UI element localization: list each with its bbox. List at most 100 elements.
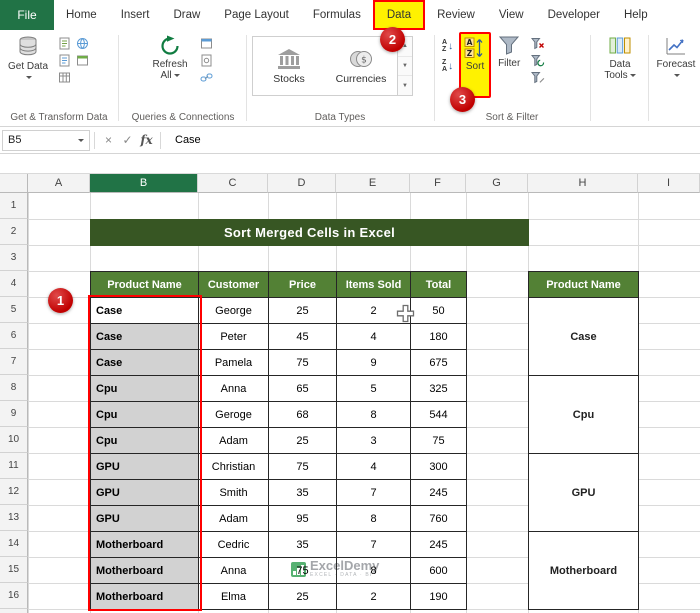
forecast-button[interactable]: Forecast [652, 32, 700, 98]
data-tools-button[interactable]: Data Tools [594, 32, 646, 98]
queries-connections-icon[interactable] [200, 37, 213, 50]
tab-help[interactable]: Help [612, 0, 660, 30]
table-cell[interactable]: 7 [336, 479, 411, 506]
properties-icon[interactable] [200, 54, 213, 67]
column-header-f[interactable]: F [410, 174, 466, 193]
column-header-h[interactable]: H [528, 174, 638, 193]
table-cell[interactable]: 68 [268, 401, 337, 428]
table-cell[interactable]: 245 [410, 479, 467, 506]
stocks-button[interactable]: Stocks [253, 37, 325, 95]
row-header-2[interactable]: 2 [0, 219, 28, 245]
table-cell[interactable]: 25 [268, 297, 337, 324]
filter-button[interactable]: Filter [495, 32, 523, 98]
table-cell[interactable]: 75 [268, 557, 337, 584]
tab-draw[interactable]: Draw [161, 0, 212, 30]
workbook-links-icon[interactable] [200, 71, 213, 84]
table-cell[interactable]: 2 [336, 583, 411, 610]
table-cell[interactable]: Elma [198, 583, 269, 610]
from-web-icon[interactable] [76, 37, 89, 50]
table-cell[interactable]: Adam [198, 427, 269, 454]
tab-data[interactable]: Data [372, 0, 426, 30]
column-header-d[interactable]: D [268, 174, 336, 193]
table-cell[interactable]: Anna [198, 557, 269, 584]
row-header-8[interactable]: 8 [0, 375, 28, 401]
column-header-e[interactable]: E [336, 174, 410, 193]
existing-connections-icon[interactable] [76, 54, 89, 67]
table-cell[interactable]: George [198, 297, 269, 324]
row-header-9[interactable]: 9 [0, 401, 28, 427]
table-cell[interactable]: 65 [268, 375, 337, 402]
row-header-12[interactable]: 12 [0, 479, 28, 505]
table-cell[interactable]: Smith [198, 479, 269, 506]
row-header-15[interactable]: 15 [0, 557, 28, 583]
table-cell[interactable]: 7 [336, 531, 411, 558]
table-cell[interactable]: Cedric [198, 531, 269, 558]
row-header-1[interactable]: 1 [0, 193, 28, 219]
table-cell[interactable]: 35 [268, 531, 337, 558]
table-cell[interactable]: 95 [268, 505, 337, 532]
table-cell[interactable]: 35 [268, 479, 337, 506]
table-cell[interactable]: 300 [410, 453, 467, 480]
column-header-b[interactable]: B [90, 174, 198, 193]
merged-cell[interactable]: Case [528, 297, 639, 376]
tab-home[interactable]: Home [54, 0, 109, 30]
table-cell[interactable]: 9 [336, 349, 411, 376]
reapply-filter-icon[interactable] [531, 54, 545, 67]
cancel-icon[interactable]: × [99, 133, 118, 147]
row-header-10[interactable]: 10 [0, 427, 28, 453]
table-cell[interactable]: 245 [410, 531, 467, 558]
merged-cell[interactable]: GPU [528, 453, 639, 532]
table-cell[interactable]: Pamela [198, 349, 269, 376]
tab-page-layout[interactable]: Page Layout [212, 0, 301, 30]
column-header-i[interactable]: I [638, 174, 700, 193]
tab-developer[interactable]: Developer [536, 0, 612, 30]
insert-function-icon[interactable]: fx [137, 133, 156, 147]
table-cell[interactable]: 8 [336, 401, 411, 428]
row-header-16[interactable]: 16 [0, 583, 28, 609]
column-header-a[interactable]: A [28, 174, 90, 193]
row-header-4[interactable]: 4 [0, 271, 28, 297]
recent-sources-icon[interactable] [58, 54, 71, 67]
tab-file[interactable]: File [0, 0, 54, 30]
advanced-filter-icon[interactable] [531, 71, 545, 84]
row-header-7[interactable]: 7 [0, 349, 28, 375]
sort-az-button[interactable]: A Z ↓ [440, 39, 455, 54]
column-header-g[interactable]: G [466, 174, 528, 193]
table-cell[interactable]: 4 [336, 453, 411, 480]
row-header-14[interactable]: 14 [0, 531, 28, 557]
sort-za-button[interactable]: Z A ↓ [440, 59, 455, 74]
row-header-11[interactable]: 11 [0, 453, 28, 479]
select-all-corner[interactable] [0, 174, 28, 193]
from-text-icon[interactable] [58, 37, 71, 50]
tab-view[interactable]: View [487, 0, 536, 30]
table-cell[interactable]: Adam [198, 505, 269, 532]
table-cell[interactable]: 75 [410, 427, 467, 454]
row-header-6[interactable]: 6 [0, 323, 28, 349]
table-cell[interactable]: 544 [410, 401, 467, 428]
tab-formulas[interactable]: Formulas [301, 0, 373, 30]
table-cell[interactable]: Peter [198, 323, 269, 350]
table-cell[interactable]: Geroge [198, 401, 269, 428]
table-cell[interactable]: 180 [410, 323, 467, 350]
table-cell[interactable]: 8 [336, 505, 411, 532]
table-cell[interactable]: 75 [268, 349, 337, 376]
name-box[interactable]: B5 [2, 129, 90, 151]
row-header-13[interactable]: 13 [0, 505, 28, 531]
enter-icon[interactable]: ✓ [118, 133, 137, 147]
tab-review[interactable]: Review [425, 0, 487, 30]
table-cell[interactable]: 45 [268, 323, 337, 350]
merged-cell[interactable]: Cpu [528, 375, 639, 454]
gallery-down-icon[interactable]: ▼ [398, 57, 412, 77]
table-cell[interactable]: 75 [268, 453, 337, 480]
table-cell[interactable]: 190 [410, 583, 467, 610]
table-cell[interactable]: 5 [336, 375, 411, 402]
row-header-5[interactable]: 5 [0, 297, 28, 323]
refresh-all-button[interactable]: Refresh All [144, 32, 196, 98]
table-cell[interactable]: 4 [336, 323, 411, 350]
clear-filter-icon[interactable] [531, 37, 545, 50]
table-cell[interactable]: 325 [410, 375, 467, 402]
formula-input[interactable]: Case [165, 130, 700, 151]
name-box-dropdown-icon[interactable] [78, 138, 84, 142]
table-cell[interactable]: 50 [410, 297, 467, 324]
table-cell[interactable]: 8 [336, 557, 411, 584]
